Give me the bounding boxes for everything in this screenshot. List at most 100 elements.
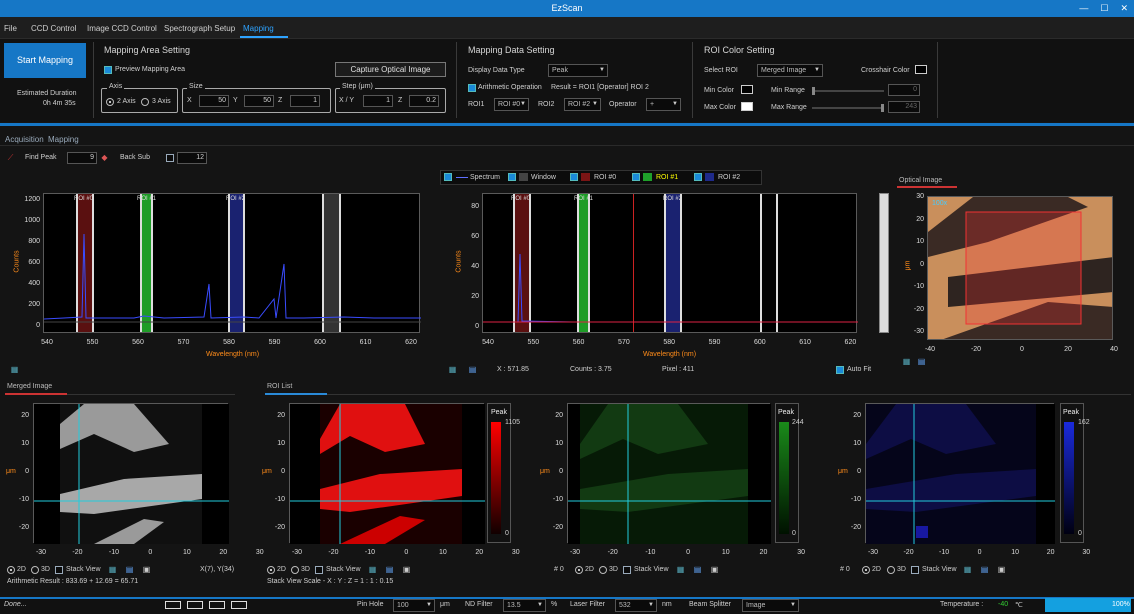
auto-fit-checkbox[interactable]: [836, 366, 844, 374]
roi2-2d-radio[interactable]: [862, 566, 870, 574]
x-tick-label: 20: [759, 549, 768, 556]
export-icon[interactable]: ▦: [902, 357, 911, 366]
layout-button-1[interactable]: [165, 601, 181, 609]
min-color-swatch[interactable]: [741, 85, 753, 94]
estimated-duration-value: 0h 4m 35s: [43, 100, 76, 107]
max-range-slider[interactable]: [812, 104, 884, 112]
export-icon[interactable]: ▦: [368, 565, 377, 574]
legend-roi2-checkbox[interactable]: [694, 173, 702, 181]
roi2-select[interactable]: ROI #2: [564, 98, 601, 111]
legend-roi2-label: ROI #2: [718, 174, 741, 181]
close-button[interactable]: ✕: [1120, 0, 1128, 17]
tab-acquisition[interactable]: Acquisition: [5, 135, 44, 144]
export-icon[interactable]: ▦: [963, 565, 972, 574]
menu-mapping[interactable]: Mapping: [243, 24, 274, 33]
crosshair-color-swatch[interactable]: [915, 65, 927, 74]
x-tick-label: 580: [663, 339, 676, 346]
layout-button-4[interactable]: [231, 601, 247, 609]
export-icon[interactable]: ▦: [10, 365, 19, 374]
find-peak-run-icon[interactable]: ◆: [100, 153, 109, 162]
three-axis-radio[interactable]: [141, 98, 149, 106]
roi1-stack-view-checkbox[interactable]: [623, 566, 631, 574]
laser-filter-select[interactable]: 532: [615, 599, 657, 612]
size-z-input[interactable]: 1: [290, 95, 320, 107]
roi1-2d-radio[interactable]: [575, 566, 583, 574]
save-icon[interactable]: ▤: [980, 565, 989, 574]
step-xy-input[interactable]: 1: [363, 95, 393, 107]
x-tick-label: 580: [223, 339, 235, 346]
spectrum-scrollbar[interactable]: [879, 193, 889, 333]
max-color-swatch[interactable]: [741, 102, 753, 111]
spectrum-plot-1[interactable]: ROI #0 ROI #1 ROI #2: [43, 193, 421, 333]
legend-spectrum-checkbox[interactable]: [444, 173, 452, 181]
tab-mapping[interactable]: Mapping: [48, 135, 79, 144]
minimize-button[interactable]: —: [1079, 0, 1088, 17]
roi2-3d-radio[interactable]: [887, 566, 895, 574]
capture-optical-image-button[interactable]: Capture Optical Image: [335, 62, 446, 77]
save-icon[interactable]: ▤: [693, 565, 702, 574]
size-y-input[interactable]: 50: [244, 95, 274, 107]
save-icon[interactable]: ▤: [385, 565, 394, 574]
maximize-button[interactable]: ☐: [1100, 0, 1108, 17]
back-sub-checkbox[interactable]: [166, 154, 174, 162]
roi1-3d-radio[interactable]: [599, 566, 607, 574]
nd-filter-select[interactable]: 13.5: [503, 599, 546, 612]
roi1-2d-label: 2D: [585, 566, 594, 573]
print-icon[interactable]: ▣: [997, 565, 1006, 574]
roi0-map[interactable]: [289, 403, 485, 544]
save-icon[interactable]: ▤: [125, 565, 134, 574]
roi1-select[interactable]: ROI #0: [494, 98, 529, 111]
merged-2d-radio[interactable]: [7, 566, 15, 574]
roi0-stack-view-checkbox[interactable]: [315, 566, 323, 574]
merged-3d-radio[interactable]: [31, 566, 39, 574]
preview-mapping-checkbox[interactable]: [104, 66, 112, 74]
merged-stack-view-checkbox[interactable]: [55, 566, 63, 574]
layout-button-2[interactable]: [187, 601, 203, 609]
roi-color-title: ROI Color Setting: [704, 45, 775, 55]
pin-hole-select[interactable]: 100: [393, 599, 435, 612]
y-tick-label: 20: [21, 412, 29, 419]
save-icon[interactable]: ▤: [468, 365, 477, 374]
roi-list-underline: [265, 393, 327, 395]
roi0-2d-radio[interactable]: [267, 566, 275, 574]
roi2-stack-view-checkbox[interactable]: [911, 566, 919, 574]
save-icon[interactable]: ▤: [917, 357, 926, 366]
roi1-map[interactable]: [567, 403, 771, 544]
menu-file[interactable]: File: [4, 24, 17, 33]
menu-spectrograph-setup[interactable]: Spectrograph Setup: [164, 24, 235, 33]
min-range-slider[interactable]: [812, 87, 884, 95]
min-range-input[interactable]: 0: [888, 84, 920, 96]
layout-button-3[interactable]: [209, 601, 225, 609]
y-tick-label: 40: [471, 263, 479, 270]
export-icon[interactable]: ▦: [448, 365, 457, 374]
step-z-input[interactable]: 0.2: [409, 95, 439, 107]
print-icon[interactable]: ▣: [142, 565, 151, 574]
legend-roi0-checkbox[interactable]: [570, 173, 578, 181]
export-icon[interactable]: ▦: [676, 565, 685, 574]
operator-select[interactable]: +: [646, 98, 681, 111]
optical-image[interactable]: 100x: [927, 196, 1113, 340]
arithmetic-operation-checkbox[interactable]: [468, 84, 476, 92]
two-axis-radio[interactable]: [106, 98, 114, 106]
legend-window-checkbox[interactable]: [508, 173, 516, 181]
export-icon[interactable]: ▦: [108, 565, 117, 574]
start-mapping-button[interactable]: Start Mapping: [4, 43, 86, 78]
spectrum-plot-2[interactable]: ROI #0 ROI #1 ROI #2: [482, 193, 858, 333]
max-range-input[interactable]: 243: [888, 101, 920, 113]
back-sub-input[interactable]: 12: [177, 152, 207, 164]
merged-map[interactable]: [33, 403, 229, 544]
beam-splitter-select[interactable]: Image: [742, 599, 799, 612]
size-x-input[interactable]: 50: [199, 95, 229, 107]
menu-image-ccd-control[interactable]: Image CCD Control: [87, 24, 157, 33]
roi0-3d-radio[interactable]: [291, 566, 299, 574]
print-icon[interactable]: ▣: [710, 565, 719, 574]
find-peak-input[interactable]: 9: [67, 152, 97, 164]
menu-ccd-control[interactable]: CCD Control: [31, 24, 76, 33]
display-data-type-select[interactable]: Peak: [548, 64, 608, 77]
legend-roi1-checkbox[interactable]: [632, 173, 640, 181]
merged-3d-label: 3D: [41, 566, 50, 573]
print-icon[interactable]: ▣: [402, 565, 411, 574]
roi2-map[interactable]: [865, 403, 1055, 544]
divider: [93, 42, 94, 118]
select-roi-select[interactable]: Merged Image: [757, 64, 823, 77]
